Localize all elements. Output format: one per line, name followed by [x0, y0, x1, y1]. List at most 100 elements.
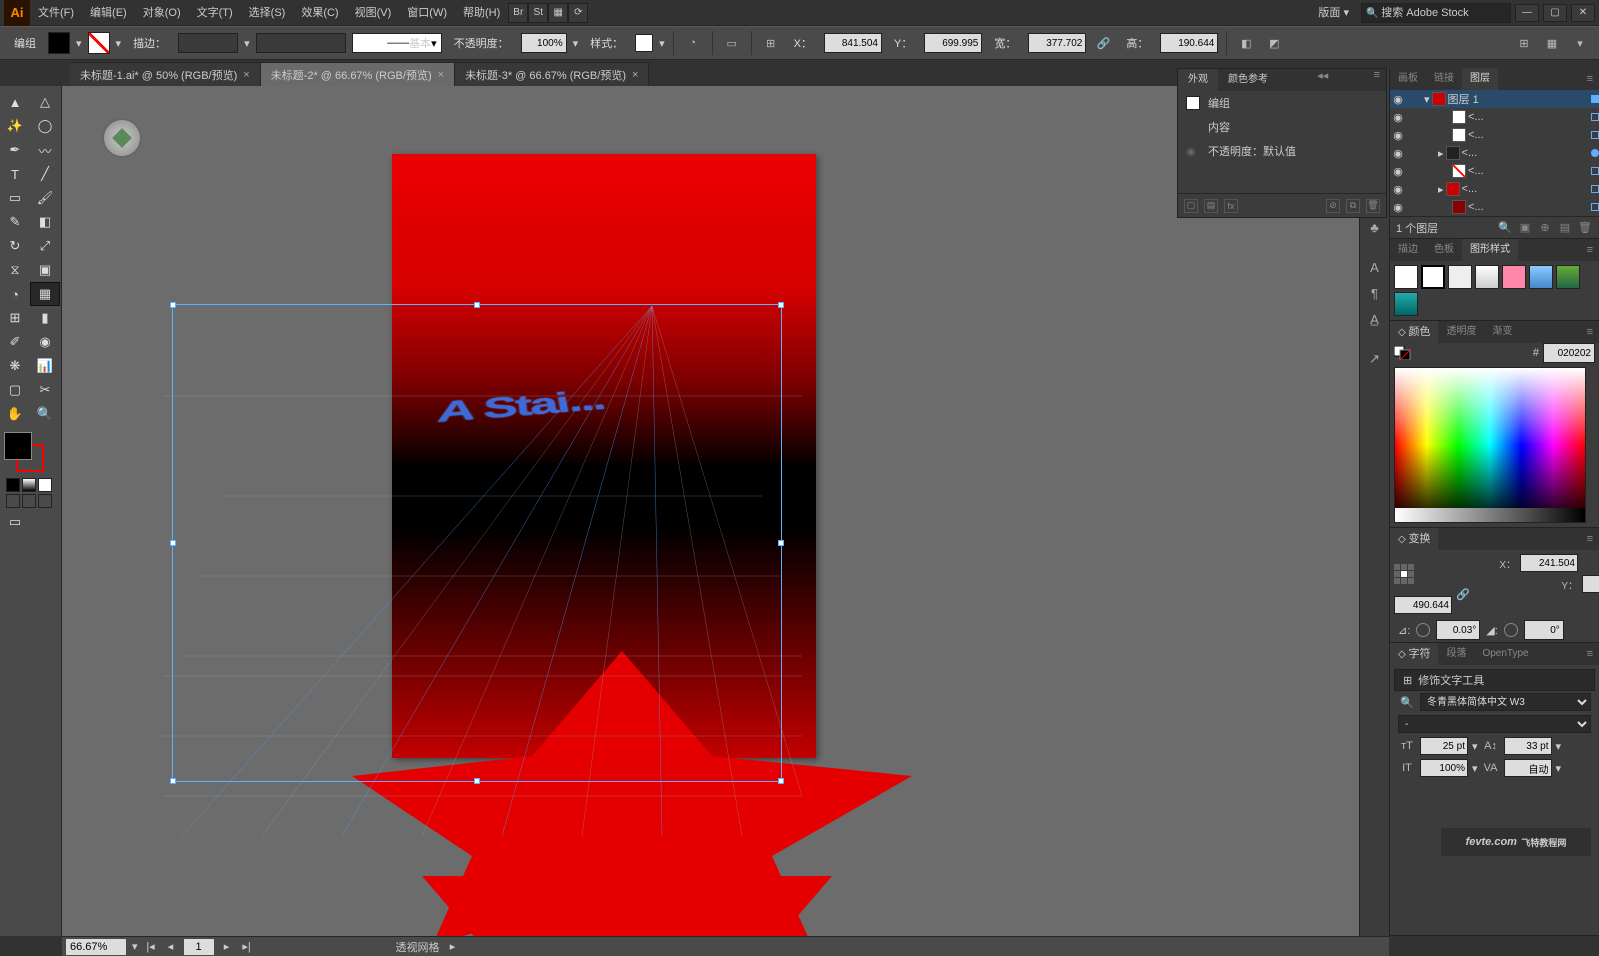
color-mode-solid-icon[interactable] — [6, 478, 20, 492]
artboard-nav-input[interactable]: 1 — [184, 939, 214, 955]
resize-handle-n[interactable] — [474, 302, 480, 308]
doc-tab-2[interactable]: 未标题-2* @ 66.67% (RGB/预览)× — [261, 62, 455, 86]
artboard-tool[interactable]: ▢ — [0, 378, 30, 402]
layer-row[interactable]: ◉▸<... — [1390, 144, 1599, 162]
link-wh-icon[interactable]: 🔗 — [1092, 32, 1114, 54]
appearance-row-contents[interactable]: 内容 — [1178, 115, 1386, 139]
selection-tool[interactable]: ▲ — [0, 90, 30, 114]
layer-row-root[interactable]: ◉ ▾ 图层 1 — [1390, 90, 1599, 108]
width-tool[interactable]: ⧖ — [0, 258, 30, 282]
eraser-tool[interactable]: ◧ — [30, 210, 60, 234]
menu-effect[interactable]: 效果(C) — [293, 0, 346, 26]
panel-menu-icon[interactable]: ≡ — [1581, 533, 1599, 545]
pen-tool[interactable]: ✒ — [0, 138, 30, 162]
style-dropdown-icon[interactable]: ▾ — [659, 37, 665, 50]
color-fillstroke-icon[interactable] — [1394, 346, 1414, 360]
layer-row[interactable]: ◉<... — [1390, 198, 1599, 216]
settings-icon[interactable]: ▾ — [1569, 32, 1591, 54]
style-swatch[interactable] — [1502, 265, 1526, 289]
menu-file[interactable]: 文件(F) — [30, 0, 82, 26]
resize-handle-ne[interactable] — [778, 302, 784, 308]
appearance-duplicate-icon[interactable]: ⧉ — [1346, 199, 1360, 213]
color-spectrum[interactable] — [1394, 367, 1586, 523]
zoom-level[interactable]: 66.67% — [66, 939, 126, 955]
scale-tool[interactable]: ⤢ — [30, 234, 60, 258]
tab-artboards[interactable]: 画板 — [1390, 68, 1426, 90]
tab-close-icon[interactable]: × — [632, 69, 638, 81]
next-artboard-icon[interactable]: ▸ — [220, 940, 234, 954]
perspective-plane-widget[interactable] — [102, 118, 142, 158]
screen-mode-icon[interactable]: ▭ — [0, 510, 30, 534]
make-clipping-mask-icon[interactable]: ▣ — [1517, 220, 1533, 236]
tab-links[interactable]: 链接 — [1426, 68, 1462, 90]
style-swatch[interactable] — [1529, 265, 1553, 289]
dock-paragraph-icon[interactable]: ¶ — [1364, 282, 1386, 304]
style-swatch[interactable] — [1421, 265, 1445, 289]
panel-menu-icon[interactable]: ≡ — [1581, 244, 1599, 256]
opacity-dropdown-icon[interactable]: ▾ — [573, 37, 579, 50]
h-input[interactable] — [1160, 33, 1218, 53]
panel-menu-icon[interactable]: ≡ — [1581, 73, 1599, 85]
menu-type[interactable]: 文字(T) — [189, 0, 241, 26]
tab-character[interactable]: ◇ 字符 — [1390, 643, 1438, 666]
brush-definition[interactable] — [256, 33, 346, 53]
dock-glyphs-icon[interactable]: A̲ — [1364, 308, 1386, 330]
tab-gradient[interactable]: 渐变 — [1484, 321, 1520, 343]
tab-layers[interactable]: 图层 — [1462, 68, 1498, 90]
recolor-artwork-icon[interactable]: ◔ — [682, 32, 704, 54]
delete-layer-icon[interactable]: 🗑 — [1577, 220, 1593, 236]
menu-window[interactable]: 窗口(W) — [399, 0, 455, 26]
rotate-input[interactable] — [1436, 620, 1480, 640]
resize-handle-w[interactable] — [170, 540, 176, 546]
resize-handle-s[interactable] — [474, 778, 480, 784]
w-input[interactable] — [1028, 33, 1086, 53]
fill-swatch[interactable] — [48, 32, 70, 54]
paintbrush-tool[interactable]: 🖌 — [30, 186, 60, 210]
style-swatch[interactable] — [1475, 265, 1499, 289]
fill-dropdown-icon[interactable]: ▾ — [76, 37, 82, 50]
menu-edit[interactable]: 编辑(E) — [82, 0, 135, 26]
free-transform-tool[interactable]: ▣ — [30, 258, 60, 282]
stroke-swatch[interactable] — [88, 32, 110, 54]
stroke-profile[interactable]: —— 基本 ▾ — [352, 33, 442, 53]
mesh-tool[interactable]: ⊞ — [0, 306, 30, 330]
status-play-icon[interactable]: ▸ — [446, 940, 460, 954]
lasso-tool[interactable]: ◯ — [30, 114, 60, 138]
tab-close-icon[interactable]: × — [438, 69, 444, 81]
gradient-tool[interactable]: ▮ — [30, 306, 60, 330]
new-layer-icon[interactable]: ▤ — [1557, 220, 1573, 236]
appearance-none-icon[interactable]: ▢ — [1184, 199, 1198, 213]
gpu-icon[interactable]: ⟳ — [568, 3, 588, 23]
panel-menu-icon[interactable]: ≡ — [1368, 69, 1386, 91]
dock-character-icon[interactable]: A — [1364, 256, 1386, 278]
menu-object[interactable]: 对象(O) — [135, 0, 189, 26]
draw-normal-icon[interactable] — [6, 494, 20, 508]
color-mode-gradient-icon[interactable] — [22, 478, 36, 492]
perspective-grid-tool[interactable]: ▦ — [30, 282, 60, 306]
appearance-clear-icon[interactable]: ⊘ — [1326, 199, 1340, 213]
workspace-switcher[interactable]: 版面 ▾ — [1310, 0, 1357, 26]
dock-libraries-icon[interactable]: ↗ — [1364, 348, 1386, 370]
panel-menu-icon[interactable]: ≡ — [1581, 648, 1599, 660]
tab-swatches[interactable]: 色板 — [1426, 239, 1462, 261]
doc-tab-1[interactable]: 未标题-1.ai* @ 50% (RGB/预览)× — [70, 62, 261, 86]
menu-select[interactable]: 选择(S) — [241, 0, 294, 26]
panel-collapse-icon[interactable]: ◂◂ — [1311, 69, 1334, 91]
stroke-weight-dropdown-icon[interactable]: ▾ — [244, 37, 250, 50]
window-minimize-icon[interactable]: — — [1515, 4, 1539, 22]
prev-artboard-icon[interactable]: ◂ — [164, 940, 178, 954]
style-swatch[interactable] — [1394, 265, 1418, 289]
menu-view[interactable]: 视图(V) — [347, 0, 400, 26]
curvature-tool[interactable]: 〰 — [30, 138, 60, 162]
first-artboard-icon[interactable]: |◂ — [144, 940, 158, 954]
hand-tool[interactable]: ✋ — [0, 402, 30, 426]
blend-tool[interactable]: ◉ — [30, 330, 60, 354]
menu-help[interactable]: 帮助(H) — [455, 0, 508, 26]
fill-color-swatch[interactable] — [4, 432, 32, 460]
window-close-icon[interactable]: ✕ — [1571, 4, 1595, 22]
stroke-weight-input[interactable] — [178, 33, 238, 53]
rotate-tool[interactable]: ↻ — [0, 234, 30, 258]
type-tool[interactable]: T — [0, 162, 30, 186]
rotate-dial[interactable] — [1416, 623, 1430, 637]
adobe-stock-search[interactable]: 🔍 搜索 Adobe Stock — [1361, 3, 1511, 23]
